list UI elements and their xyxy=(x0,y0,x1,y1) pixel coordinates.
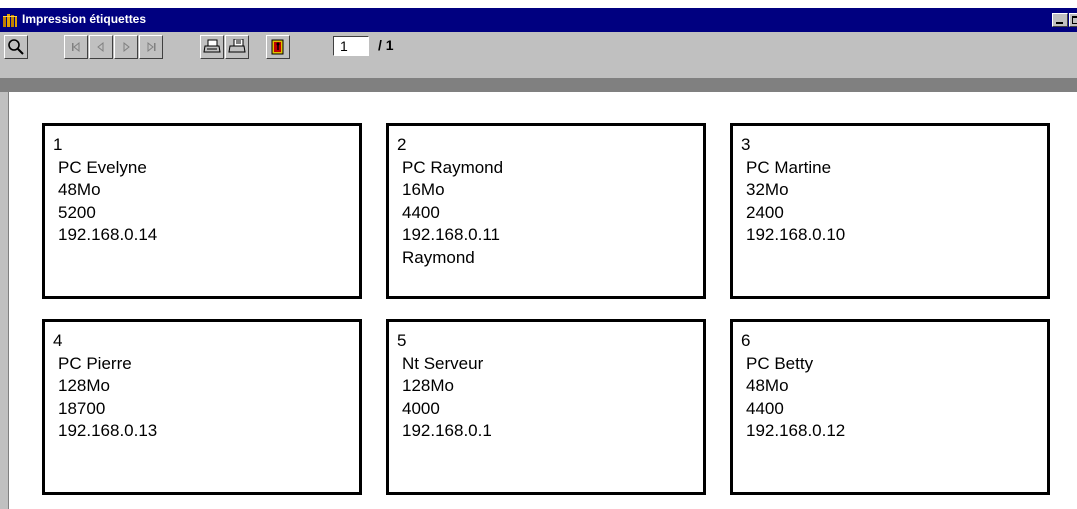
label-value: 5200 xyxy=(58,202,96,222)
print-setup-button[interactable] xyxy=(225,35,249,59)
zoom-button[interactable] xyxy=(4,35,28,59)
label-memory: 48Mo xyxy=(58,180,101,200)
page-number-input[interactable]: 1 xyxy=(333,36,369,56)
next-page-icon xyxy=(123,41,130,53)
label-name: PC Martine xyxy=(746,157,832,177)
label-ip: 192.168.0.11 xyxy=(402,225,500,245)
first-page-button[interactable] xyxy=(64,35,88,59)
label-number: 4 xyxy=(53,331,63,350)
label-card: 5 Nt Serveur 128Mo 4000 192.168.0.1 xyxy=(386,319,706,495)
label-ip: 192.168.0.1 xyxy=(402,421,492,441)
title-bar[interactable]: Impression étiquettes xyxy=(0,8,1077,32)
maximize-button[interactable] xyxy=(1069,13,1077,27)
print-labels-window: Impression étiquettes 1 / 1 1 PC Evelyne… xyxy=(0,0,1077,509)
label-number: 2 xyxy=(397,135,407,154)
exit-button[interactable] xyxy=(266,35,290,59)
next-page-button[interactable] xyxy=(114,35,138,59)
label-name: Nt Serveur xyxy=(402,353,484,373)
label-ip: 192.168.0.12 xyxy=(746,421,846,441)
label-value: 4400 xyxy=(402,202,440,222)
label-number: 5 xyxy=(397,331,407,350)
label-card: 3 PC Martine 32Mo 2400 192.168.0.10 xyxy=(730,123,1050,299)
label-memory: 128Mo xyxy=(58,376,110,396)
label-name: PC Pierre xyxy=(58,353,132,373)
window-title: Impression étiquettes xyxy=(22,12,147,26)
label-ip: 192.168.0.14 xyxy=(58,225,158,245)
exit-icon xyxy=(271,39,284,55)
toolbar-separator xyxy=(0,78,1077,92)
label-ip: 192.168.0.13 xyxy=(58,421,158,441)
minimize-button[interactable] xyxy=(1052,13,1068,27)
page-total: / 1 xyxy=(378,37,394,53)
previous-page-icon xyxy=(97,41,104,53)
label-name: PC Raymond xyxy=(402,157,504,177)
label-card: 4 PC Pierre 128Mo 18700 192.168.0.13 xyxy=(42,319,362,495)
left-frame-edge xyxy=(0,92,9,509)
label-number: 6 xyxy=(741,331,751,350)
label-card: 2 PC Raymond 16Mo 4400 192.168.0.11 Raym… xyxy=(386,123,706,299)
label-card: 6 PC Betty 48Mo 4400 192.168.0.12 xyxy=(730,319,1050,495)
preview-area[interactable]: 1 PC Evelyne 48Mo 5200 192.168.0.14 2 PC… xyxy=(9,92,1077,509)
print-setup-icon xyxy=(228,39,246,53)
print-icon xyxy=(203,39,221,53)
app-icon[interactable] xyxy=(2,12,18,28)
zoom-icon xyxy=(8,39,24,55)
first-page-icon xyxy=(72,41,80,53)
label-value: 18700 xyxy=(58,398,106,418)
label-ip: 192.168.0.10 xyxy=(746,225,846,245)
label-name: PC Evelyne xyxy=(58,157,147,177)
label-memory: 128Mo xyxy=(402,376,454,396)
label-value: 4000 xyxy=(402,398,440,418)
previous-page-button[interactable] xyxy=(89,35,113,59)
label-memory: 16Mo xyxy=(402,180,445,200)
print-button[interactable] xyxy=(200,35,224,59)
label-value: 4400 xyxy=(746,398,784,418)
label-extra: Raymond xyxy=(402,247,475,267)
label-memory: 48Mo xyxy=(746,376,789,396)
label-name: PC Betty xyxy=(746,353,814,373)
label-number: 1 xyxy=(53,135,63,154)
label-number: 3 xyxy=(741,135,751,154)
label-value: 2400 xyxy=(746,202,784,222)
last-page-button[interactable] xyxy=(139,35,163,59)
label-memory: 32Mo xyxy=(746,180,789,200)
label-card: 1 PC Evelyne 48Mo 5200 192.168.0.14 xyxy=(42,123,362,299)
last-page-icon xyxy=(147,41,156,53)
toolbar: 1 / 1 xyxy=(0,32,1077,78)
